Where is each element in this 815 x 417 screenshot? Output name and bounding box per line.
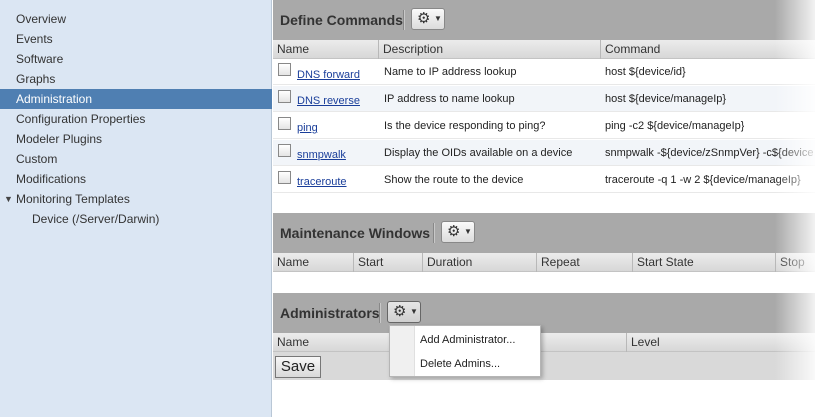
save-button[interactable]: Save: [275, 356, 321, 378]
nav-overview[interactable]: Overview: [0, 9, 272, 29]
panel-title: Administrators: [280, 305, 380, 321]
command-description: Name to IP address lookup: [384, 66, 517, 78]
row-checkbox[interactable]: [278, 63, 291, 76]
menu-delete-admins[interactable]: Delete Admins...: [420, 354, 500, 374]
row-checkbox[interactable]: [278, 171, 291, 184]
table-row[interactable]: traceroute Show the route to the device …: [273, 167, 815, 193]
nav-custom[interactable]: Custom: [0, 149, 272, 169]
commands-panel-header: Define Commands ⚙ ▼: [273, 0, 815, 40]
commands-column-header: Name Description Command: [273, 40, 815, 59]
row-checkbox[interactable]: [278, 117, 291, 130]
nav-events[interactable]: Events: [0, 29, 272, 49]
table-row[interactable]: snmpwalk Display the OIDs available on a…: [273, 140, 815, 166]
command-text: traceroute -q 1 -w 2 ${device/manageIp}: [605, 174, 801, 186]
nav-label: Modifications: [16, 172, 87, 186]
nav-label: Events: [16, 32, 53, 46]
divider: [379, 303, 381, 323]
triangle-down-icon[interactable]: ▼: [4, 189, 13, 209]
maintenance-actions-button[interactable]: ⚙ ▼: [441, 221, 475, 243]
nav-administration[interactable]: Administration: [0, 89, 272, 109]
command-description: IP address to name lookup: [384, 93, 515, 105]
nav-label: Administration: [16, 92, 93, 106]
column-stop[interactable]: Stop: [776, 253, 815, 272]
nav-software[interactable]: Software: [0, 49, 272, 69]
nav-configuration-properties[interactable]: Configuration Properties: [0, 109, 272, 129]
administrators-actions-button[interactable]: ⚙ ▼: [387, 301, 421, 323]
command-name-link[interactable]: ping: [297, 115, 318, 141]
nav-label: Custom: [16, 152, 58, 166]
nav-graphs[interactable]: Graphs: [0, 69, 272, 89]
main-content: Define Commands ⚙ ▼ Name Description Com…: [273, 0, 815, 417]
nav-device-template[interactable]: Device (/Server/Darwin): [0, 209, 272, 229]
row-checkbox[interactable]: [278, 144, 291, 157]
menu-icon-gutter: [390, 326, 415, 376]
nav-label: Modeler Plugins: [16, 132, 103, 146]
nav-label: Device (/Server/Darwin): [32, 212, 160, 226]
nav-label: Overview: [16, 12, 67, 26]
nav-modifications[interactable]: Modifications: [0, 169, 272, 189]
caret-down-icon: ▼: [410, 307, 418, 316]
administrators-panel-header: Administrators ⚙ ▼: [273, 293, 815, 333]
divider: [403, 10, 405, 30]
row-checkbox[interactable]: [278, 90, 291, 103]
administrators-column-header: Name Level: [273, 333, 815, 352]
command-name-link[interactable]: traceroute: [297, 169, 347, 195]
panel-title: Define Commands: [280, 12, 403, 28]
command-text: ping -c2 ${device/manageIp}: [605, 120, 745, 132]
maintenance-panel-header: Maintenance Windows ⚙ ▼: [273, 213, 815, 253]
maintenance-column-header: Name Start Duration Repeat Start State S…: [273, 253, 815, 272]
column-description[interactable]: Description: [379, 40, 601, 59]
menu-add-administrator[interactable]: Add Administrator...: [420, 330, 515, 350]
command-text: snmpwalk -${device/zSnmpVer} -c${device: [605, 147, 814, 159]
caret-down-icon: ▼: [464, 227, 472, 236]
administrators-footer: [273, 352, 815, 380]
command-description: Is the device responding to ping?: [384, 120, 546, 132]
command-text: host ${device/id}: [605, 66, 686, 78]
command-name-link[interactable]: DNS forward: [297, 62, 360, 88]
column-start-state[interactable]: Start State: [633, 253, 776, 272]
command-name-link[interactable]: snmpwalk: [297, 142, 346, 168]
table-row[interactable]: DNS reverse IP address to name lookup ho…: [273, 86, 815, 112]
column-start[interactable]: Start: [354, 253, 423, 272]
nav-label: Monitoring Templates: [16, 192, 130, 206]
column-command[interactable]: Command: [601, 40, 815, 59]
column-name[interactable]: Name: [273, 253, 354, 272]
gear-icon: ⚙: [417, 10, 431, 27]
table-row[interactable]: ping Is the device responding to ping? p…: [273, 113, 815, 139]
nav-modeler-plugins[interactable]: Modeler Plugins: [0, 129, 272, 149]
caret-down-icon: ▼: [434, 14, 442, 23]
panel-title: Maintenance Windows: [280, 225, 431, 241]
nav-label: Software: [16, 52, 64, 66]
gear-icon: ⚙: [447, 223, 461, 240]
nav-label: Graphs: [16, 72, 56, 86]
command-text: host ${device/manageIp}: [605, 93, 727, 105]
divider: [433, 223, 435, 243]
table-row[interactable]: DNS forward Name to IP address lookup ho…: [273, 59, 815, 85]
nav-label: Configuration Properties: [16, 112, 146, 126]
command-name-link[interactable]: DNS reverse: [297, 88, 360, 114]
administrators-actions-menu: Add Administrator... Delete Admins...: [389, 325, 541, 377]
column-level[interactable]: Level: [627, 333, 815, 352]
nav-monitoring-templates[interactable]: ▼ Monitoring Templates: [0, 189, 272, 209]
command-description: Display the OIDs available on a device: [384, 147, 573, 159]
command-description: Show the route to the device: [384, 174, 524, 186]
sidebar: Overview Events Software Graphs Administ…: [0, 0, 272, 417]
column-name[interactable]: Name: [273, 40, 379, 59]
commands-actions-button[interactable]: ⚙ ▼: [411, 8, 445, 30]
column-repeat[interactable]: Repeat: [537, 253, 633, 272]
column-duration[interactable]: Duration: [423, 253, 537, 272]
gear-icon: ⚙: [393, 303, 407, 320]
